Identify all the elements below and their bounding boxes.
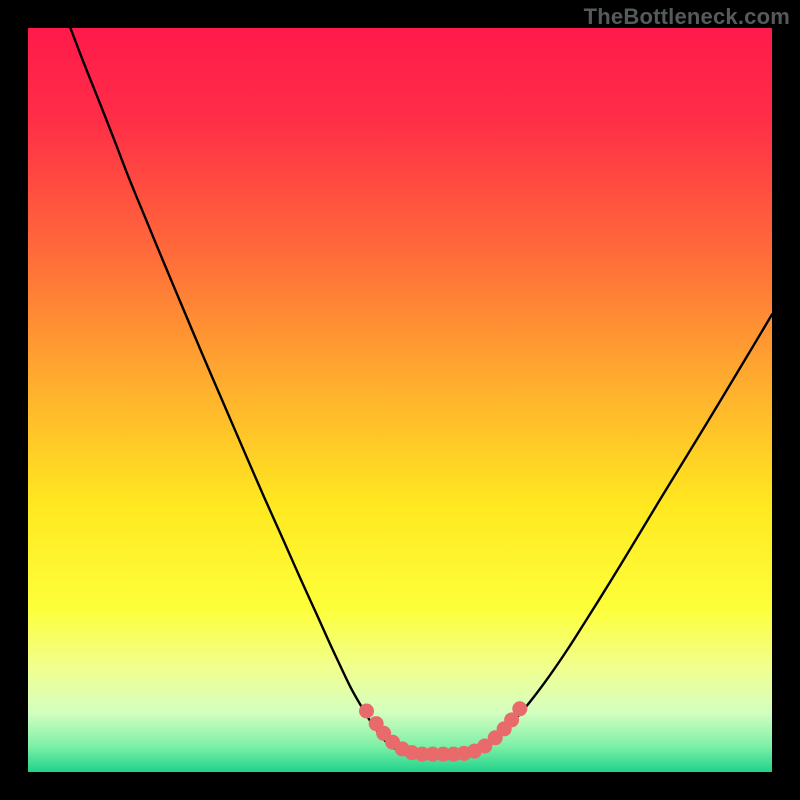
heat-gradient-background (28, 28, 772, 772)
bottleneck-curve-chart (28, 28, 772, 772)
marker-dot (512, 701, 527, 716)
plot-area (28, 28, 772, 772)
marker-dot (359, 703, 374, 718)
chart-frame: TheBottleneck.com (0, 0, 800, 800)
watermark-text: TheBottleneck.com (584, 4, 790, 30)
